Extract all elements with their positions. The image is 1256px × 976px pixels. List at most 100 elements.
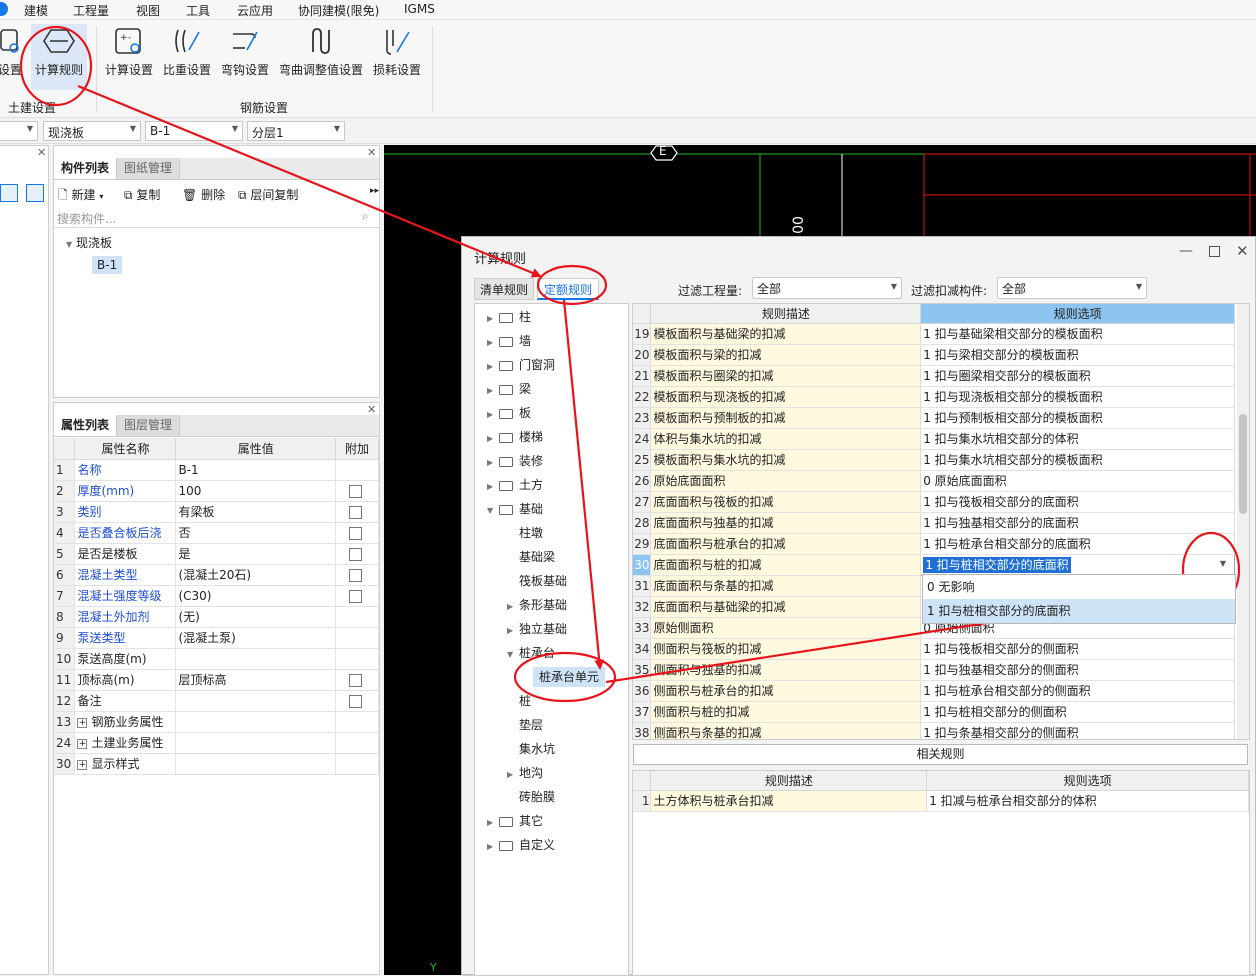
tree-folder[interactable]: ▶ 梁 (483, 377, 628, 401)
property-value[interactable] (175, 753, 337, 775)
menu-jianmo[interactable]: 建模 (24, 2, 48, 19)
tree-item-b1[interactable]: B-1 (92, 256, 123, 274)
property-value[interactable] (175, 732, 337, 754)
attach-checkbox[interactable] (349, 526, 363, 540)
property-row[interactable]: 13 + 钢筋业务属性 (54, 711, 379, 733)
property-value[interactable]: 有梁板 (175, 501, 337, 523)
tree-folder[interactable]: ▶ 墙 (483, 329, 628, 353)
attach-checkbox[interactable] (349, 589, 363, 603)
tree-folder[interactable]: ▶ 板 (483, 401, 628, 425)
rule-row[interactable]: 37 侧面积与桩的扣减 1 扣与桩相交部分的侧面积 (633, 701, 1235, 723)
property-row[interactable]: 8 混凝土外加剂 (无) (54, 606, 379, 628)
rule-row[interactable]: 27 底面面积与筏板的扣减 1 扣与筏板相交部分的底面积 (633, 491, 1235, 513)
rule-option[interactable]: 1 扣与独基相交部分的侧面积 (920, 659, 1235, 681)
rule-option[interactable]: 1 扣与筏板相交部分的底面积 (920, 491, 1235, 513)
property-value[interactable]: (混凝土20石) (175, 564, 337, 586)
minimize-icon[interactable]: — (1179, 243, 1193, 259)
list-view-icon[interactable] (0, 184, 18, 202)
rules-scrollbar[interactable] (1237, 304, 1249, 739)
property-row[interactable]: 7 混凝土强度等级 (C30) (54, 585, 379, 607)
filter-deduct-select[interactable]: 全部 ▼ (997, 277, 1147, 299)
property-row[interactable]: 3 类别 有梁板 (54, 501, 379, 523)
property-row[interactable]: 11 顶标高(m) 层顶标高 (54, 669, 379, 691)
tree-folder[interactable]: ▶ 楼梯 (483, 425, 628, 449)
floor-type-combo[interactable]: ▼ (0, 121, 38, 141)
loss-settings-button[interactable]: 损耗设置 (371, 24, 423, 90)
more-icon[interactable]: ▸▸ (370, 186, 379, 196)
tree-folder[interactable]: ▶ 自定义 (483, 833, 628, 857)
expand-icon[interactable]: + (77, 738, 88, 749)
tree-folder[interactable]: ▶ 门窗洞 (483, 353, 628, 377)
rule-option[interactable]: 1 扣与梁相交部分的模板面积 (920, 344, 1235, 366)
rule-option[interactable]: 1 扣与筏板相交部分的侧面积 (920, 638, 1235, 660)
tree-folder[interactable]: ▶ 装修 (483, 449, 628, 473)
property-row[interactable]: 4 是否叠合板后浇否 (54, 522, 379, 544)
calc-rule-button[interactable]: 计算规则 (31, 24, 87, 90)
filter-qty-select[interactable]: 全部 ▼ (752, 277, 902, 299)
rule-option[interactable]: 1 扣与桩承台相交部分的底面积 (920, 533, 1235, 555)
property-value[interactable]: (C30) (175, 585, 337, 607)
property-value[interactable]: (无) (175, 606, 337, 628)
tree-folder[interactable]: ▶ 土方 (483, 473, 628, 497)
rule-option-select[interactable]: 1 扣与桩相交部分的底面积 ▼ (920, 553, 1235, 576)
property-value[interactable]: 是 (175, 543, 337, 565)
delete-button[interactable]: 🗑 删除 (182, 186, 225, 203)
layer-combo[interactable]: 分层1 ▼ (247, 121, 345, 141)
property-row[interactable]: 10 泵送高度(m) (54, 648, 379, 670)
tab-drawing-management[interactable]: 图纸管理 (117, 158, 181, 179)
attach-checkbox[interactable] (349, 547, 363, 561)
property-row[interactable]: 2 厚度(mm) 100 (54, 480, 379, 502)
component-name-combo[interactable]: B-1 ▼ (145, 121, 243, 141)
rule-row[interactable]: 38 侧面积与条基的扣减 1 扣与条基相交部分的侧面积 (633, 722, 1235, 739)
tree-item-foundation[interactable]: 集水坑 (483, 737, 628, 761)
rule-option[interactable]: 1 扣与桩相交部分的侧面积 (920, 701, 1235, 723)
tree-item-foundation[interactable]: 基础梁 (483, 545, 628, 569)
attach-checkbox[interactable] (349, 694, 363, 708)
app-logo-icon[interactable] (0, 2, 8, 16)
rule-option[interactable]: 1 扣与圈梁相交部分的模板面积 (920, 365, 1235, 387)
property-row[interactable]: 24 + 土建业务属性 (54, 732, 379, 754)
rule-row[interactable]: 29 底面面积与桩承台的扣减 1 扣与桩承台相交部分的底面积 (633, 533, 1235, 555)
rule-row[interactable]: 23 模板面积与预制板的扣减 1 扣与预制板相交部分的模板面积 (633, 407, 1235, 429)
bend-adjust-settings-button[interactable]: 弯曲调整值设置 (279, 24, 363, 90)
tree-item-foundation[interactable]: 筏板基础 (483, 569, 628, 593)
menu-gongju[interactable]: 工具 (186, 2, 210, 19)
property-row[interactable]: 5 是否是楼板是 (54, 543, 379, 565)
property-value[interactable]: 否 (175, 522, 337, 544)
rule-row[interactable]: 28 底面面积与独基的扣减 1 扣与独基相交部分的底面积 (633, 512, 1235, 534)
rule-row[interactable]: 26 原始底面面积 0 原始底面面积 (633, 470, 1235, 492)
property-value[interactable]: 100 (175, 480, 337, 502)
attach-checkbox[interactable] (349, 568, 363, 582)
tree-item-foundation[interactable]: ▶ 条形基础 (483, 593, 628, 617)
property-row[interactable]: 1 名称 B-1 (54, 459, 379, 481)
close-icon[interactable]: ✕ (37, 146, 46, 159)
property-value[interactable]: (混凝土泵) (175, 627, 337, 649)
property-row[interactable]: 12 备注 (54, 690, 379, 712)
rule-row[interactable]: 24 体积与集水坑的扣减 1 扣与集水坑相交部分的体积 (633, 428, 1235, 450)
rule-option[interactable]: 1 扣与预制板相交部分的模板面积 (920, 407, 1235, 429)
rule-option[interactable]: 1 扣与集水坑相交部分的模板面积 (920, 449, 1235, 471)
attach-checkbox[interactable] (349, 484, 363, 498)
tree-item-foundation[interactable]: 砖胎膜 (483, 785, 628, 809)
floor-copy-button[interactable]: ⧉ 层间复制 (238, 186, 298, 203)
property-row[interactable]: 30 + 显示样式 (54, 753, 379, 775)
tab-component-list[interactable]: 构件列表 (54, 158, 118, 179)
tree-folder[interactable]: ▶ 其它 (483, 809, 628, 833)
rule-row[interactable]: 34 侧面积与筏板的扣减 1 扣与筏板相交部分的侧面积 (633, 638, 1235, 660)
menu-yunyingyong[interactable]: 云应用 (237, 2, 273, 19)
tree-folder[interactable]: ▶ 柱 (483, 305, 628, 329)
expand-icon[interactable]: + (77, 717, 88, 728)
tab-property-list[interactable]: 属性列表 (54, 415, 118, 436)
calc-settings-button[interactable]: + - 计算设置 (104, 24, 154, 90)
property-value[interactable] (175, 648, 337, 670)
hook-settings-button[interactable]: 弯钩设置 (219, 24, 271, 90)
menu-shitu[interactable]: 视图 (136, 2, 160, 19)
tree-item-foundation[interactable]: ▼ 桩承台 (483, 641, 628, 665)
related-rule-row[interactable]: 1 土方体积与桩承台扣减 1 扣减与桩承台相交部分的体积 (633, 790, 1249, 812)
tree-item-foundation[interactable]: 桩 (483, 689, 628, 713)
property-value[interactable] (175, 690, 337, 712)
related-option[interactable]: 1 扣减与桩承台相交部分的体积 (926, 790, 1249, 812)
rule-option[interactable]: 1 扣与桩承台相交部分的侧面积 (920, 680, 1235, 702)
tree-root[interactable]: ▼ 现浇板 (66, 234, 112, 251)
component-search[interactable]: 搜索构件... ⌕ (54, 208, 379, 228)
